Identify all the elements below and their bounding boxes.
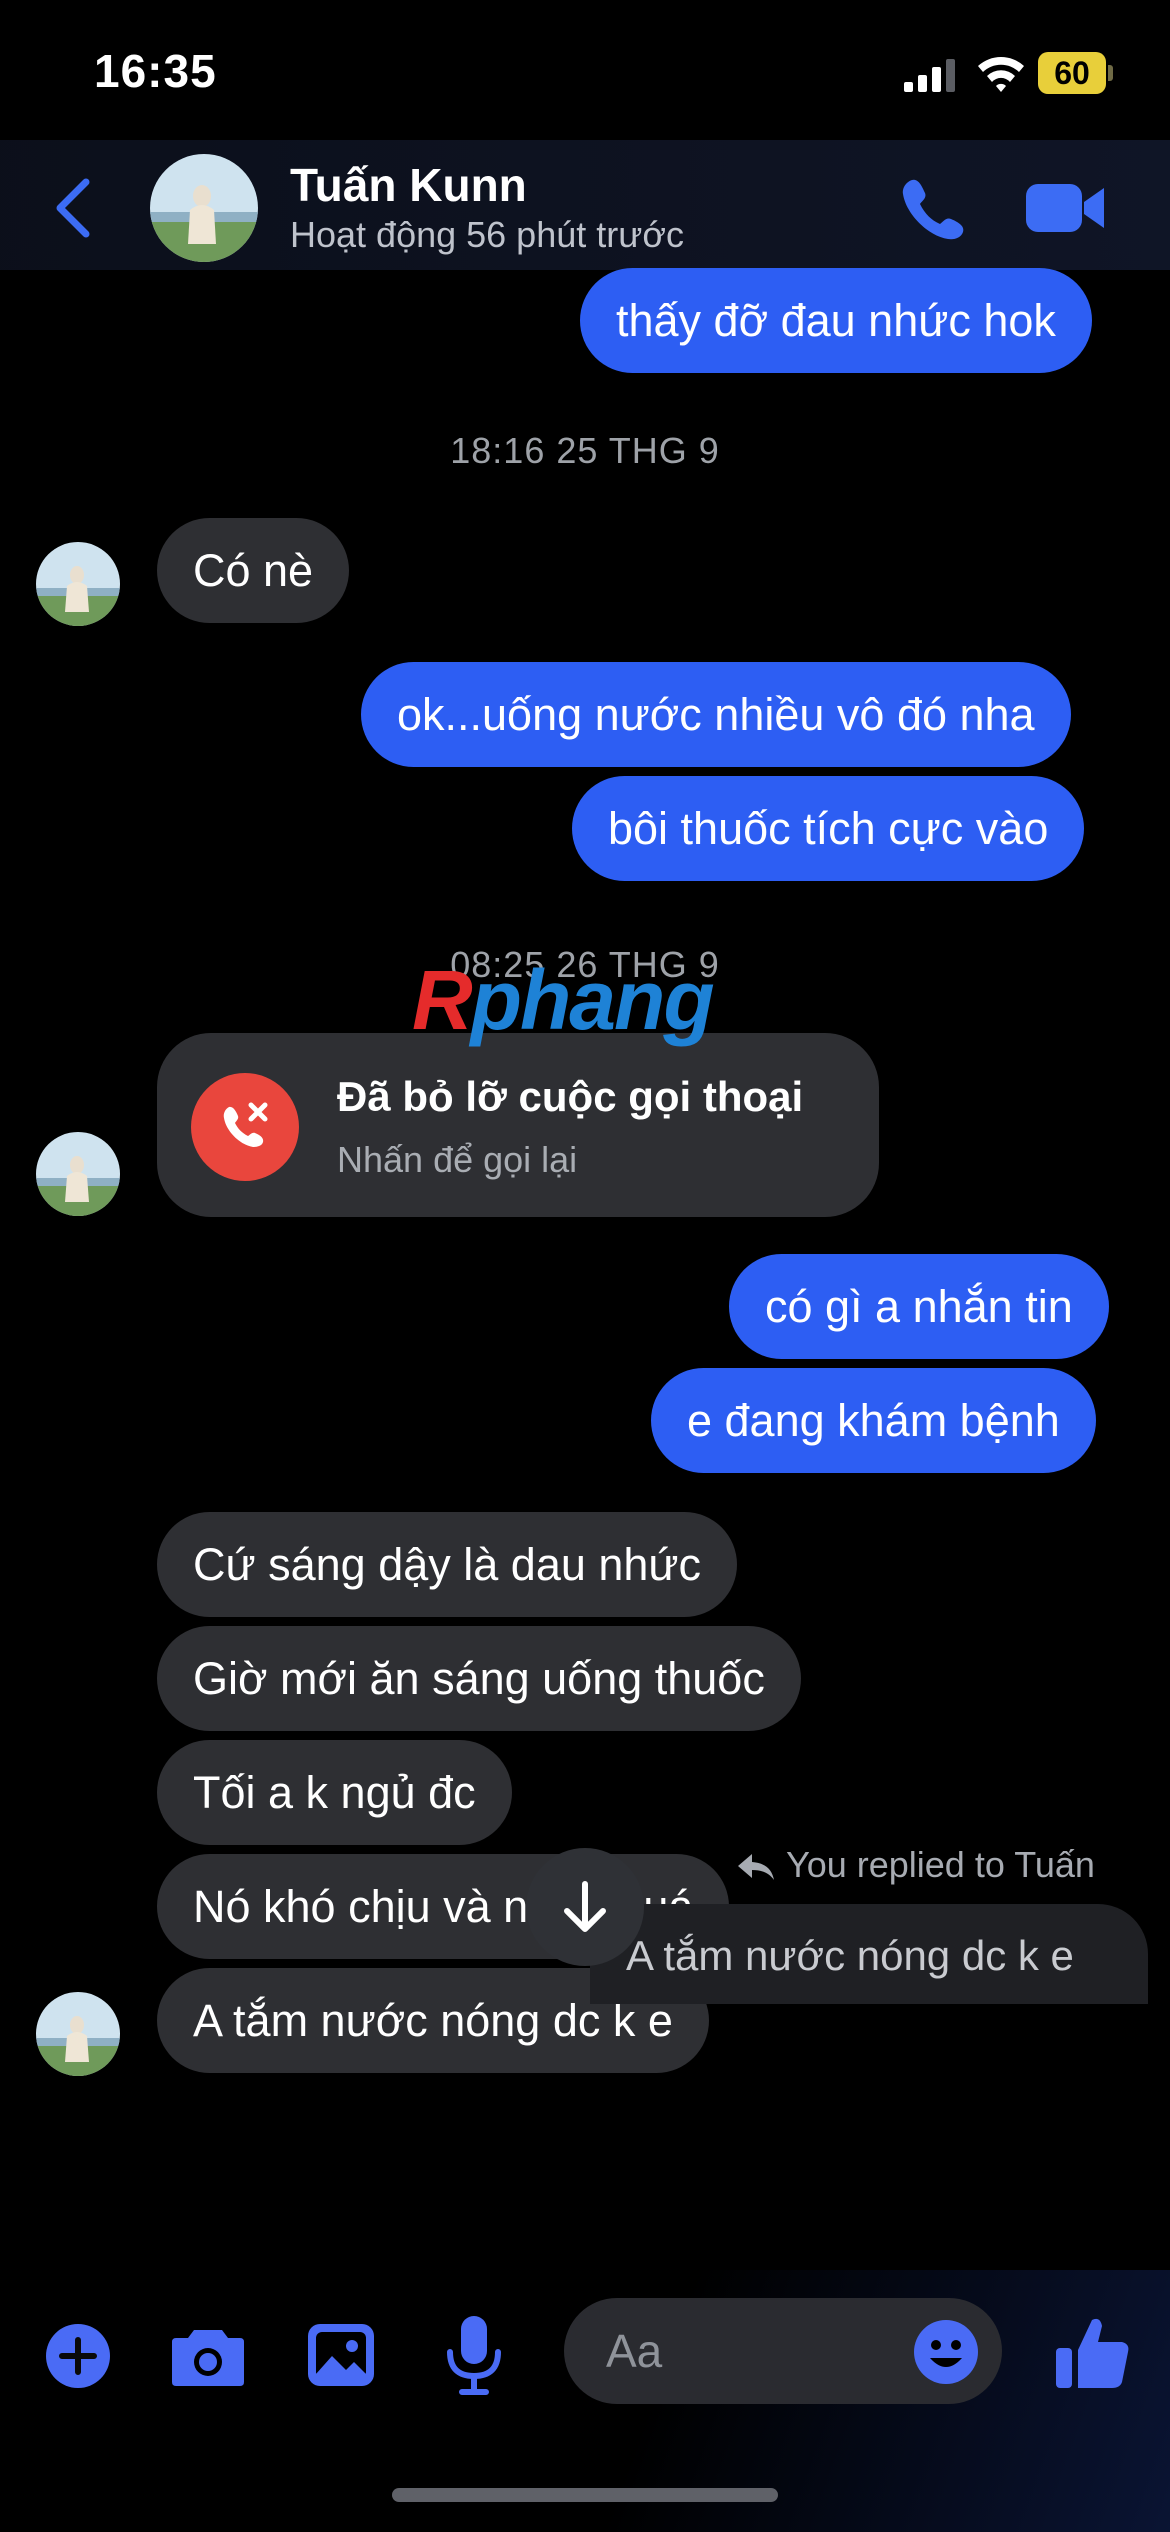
timestamp: 18:16 25 THG 9 [450, 430, 720, 471]
gallery-icon[interactable] [306, 2322, 376, 2388]
signal-icon [904, 59, 955, 92]
plus-icon[interactable] [44, 2322, 112, 2390]
reply-quoted-message[interactable]: A tắm nước nóng dc k e [590, 1904, 1148, 2004]
contact-activity-status: Hoạt động 56 phút trước [290, 214, 684, 255]
contact-avatar-small[interactable] [36, 1132, 120, 1216]
message-incoming[interactable]: Giờ mới ăn sáng uống thuốc [157, 1626, 801, 1731]
message-incoming[interactable]: Tối a k ngủ đc [157, 1740, 512, 1845]
message-outgoing[interactable]: ok...uống nước nhiều vô đó nha [361, 662, 1071, 767]
watermark-word: phang [470, 953, 715, 1047]
message-incoming[interactable]: Có nè [157, 518, 350, 623]
contact-avatar-small[interactable] [36, 1992, 120, 2076]
battery-tip [1108, 65, 1113, 81]
watermark-logo: Rphang [412, 952, 715, 1049]
missed-call-title: Đã bỏ lỡ cuộc gọi thoại [337, 1073, 804, 1120]
wifi-icon [978, 57, 1024, 92]
message-outgoing[interactable]: bôi thuốc tích cực vào [572, 776, 1085, 881]
back-chevron-icon[interactable] [52, 178, 96, 238]
message-input-box[interactable] [564, 2298, 1002, 2404]
contact-name[interactable]: Tuấn Kunn [290, 158, 527, 212]
reply-arrow-icon [738, 1854, 774, 1881]
status-time: 16:35 [94, 45, 217, 97]
battery-indicator: 60 [1038, 52, 1114, 94]
emoji-icon[interactable] [912, 2318, 980, 2386]
message-incoming[interactable]: Cứ sáng dậy là dau nhức [157, 1512, 738, 1617]
reply-label-text: You replied to Tuấn [786, 1844, 1095, 1885]
home-indicator [392, 2488, 778, 2502]
contact-avatar-small[interactable] [36, 542, 120, 626]
message-outgoing[interactable]: thấy đỡ đau nhức hok [580, 268, 1092, 373]
missed-call-subtitle: Nhấn để gọi lại [337, 1139, 578, 1180]
battery-level: 60 [1038, 52, 1106, 94]
missed-call-icon [191, 1073, 299, 1181]
microphone-icon[interactable] [444, 2314, 504, 2398]
thumbs-up-icon[interactable] [1052, 2312, 1132, 2392]
contact-avatar[interactable] [150, 154, 258, 262]
arrow-down-icon [564, 1881, 606, 1932]
message-input[interactable] [606, 2324, 906, 2378]
chat-header: Tuấn Kunn Hoạt động 56 phút trước [0, 140, 1170, 270]
watermark-letter: R [412, 953, 473, 1047]
video-camera-icon[interactable] [1024, 178, 1106, 238]
missed-call-card[interactable]: Đã bỏ lỡ cuộc gọi thoại Nhấn để gọi lại [157, 1033, 879, 1217]
message-outgoing[interactable]: e đang khám bệnh [651, 1368, 1096, 1473]
message-composer [0, 2270, 1170, 2532]
scroll-to-bottom-button[interactable] [526, 1848, 644, 1966]
message-outgoing[interactable]: có gì a nhắn tin [729, 1254, 1109, 1359]
status-bar: 16:35 60 [0, 0, 1170, 140]
phone-icon[interactable] [898, 176, 966, 240]
camera-icon[interactable] [170, 2324, 246, 2388]
reply-header: You replied to Tuấn [736, 1844, 1095, 1886]
